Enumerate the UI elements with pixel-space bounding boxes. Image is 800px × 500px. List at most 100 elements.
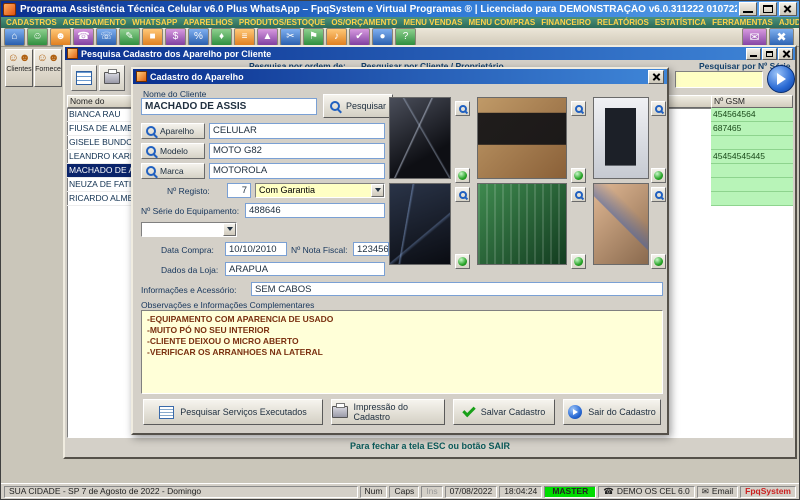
garantia-combo[interactable]: Com Garantia bbox=[255, 183, 385, 198]
client-row[interactable]: RICARDO ALMEID bbox=[67, 192, 133, 206]
extra-combo[interactable] bbox=[141, 222, 237, 237]
nota-fiscal-field[interactable]: 123456 bbox=[353, 242, 389, 256]
data-compra-field[interactable]: 10/10/2010 bbox=[225, 242, 287, 256]
quick-button-suppliers[interactable]: ☺☻ Fornece bbox=[34, 49, 62, 87]
toolbar-icon-sales[interactable]: $ bbox=[165, 28, 186, 46]
registro-field[interactable]: 7 bbox=[227, 183, 251, 198]
modelo-field[interactable]: MOTO G82 bbox=[209, 143, 385, 159]
client-row[interactable]: FIUSA DE ALMEID bbox=[67, 122, 133, 136]
grid-view-button[interactable] bbox=[71, 65, 97, 91]
menu-item-estatistica[interactable]: ESTATÍSTICA bbox=[652, 18, 709, 27]
gsm-cell[interactable] bbox=[711, 192, 793, 206]
toolbar-icon-tasks[interactable]: ✔ bbox=[349, 28, 370, 46]
inner-maximize-button[interactable] bbox=[762, 47, 777, 60]
toolbar-icon-tools[interactable]: ✂ bbox=[280, 28, 301, 46]
photo-zoom-button[interactable] bbox=[455, 187, 470, 202]
photo-zoom-button[interactable] bbox=[455, 101, 470, 116]
serial-search-input[interactable] bbox=[675, 71, 763, 88]
photo-board-repair[interactable] bbox=[477, 183, 567, 265]
maximize-button[interactable] bbox=[759, 2, 777, 16]
toolbar-icon-purchases[interactable]: % bbox=[188, 28, 209, 46]
toolbar-icon-help[interactable]: ? bbox=[395, 28, 416, 46]
print-list-button[interactable] bbox=[99, 65, 125, 91]
gsm-cell[interactable]: 45454545445 bbox=[711, 150, 793, 164]
client-row[interactable]: LEANDRO KARNA bbox=[67, 150, 133, 164]
photo-load-button[interactable] bbox=[571, 168, 586, 183]
photo-phones-on-table[interactable] bbox=[477, 97, 567, 179]
modelo-lookup-button[interactable]: Modelo bbox=[141, 143, 205, 159]
photo-load-button[interactable] bbox=[651, 168, 666, 183]
photo-zoom-button[interactable] bbox=[651, 101, 666, 116]
status-email[interactable]: ✉ Email bbox=[696, 485, 739, 498]
observacoes-memo[interactable]: -EQUIPAMENTO COM APARENCIA DE USADO -MUI… bbox=[141, 310, 663, 394]
gsm-cell[interactable]: 687465 bbox=[711, 122, 793, 136]
gsm-cell[interactable]: 454564564 bbox=[711, 108, 793, 122]
minimize-button[interactable] bbox=[739, 2, 757, 16]
dialog-close-button[interactable] bbox=[648, 69, 664, 84]
toolbar-icon-exit[interactable]: ✖ bbox=[769, 27, 794, 47]
toolbar-icon-reports[interactable]: ≡ bbox=[234, 28, 255, 46]
menu-item-whatsapp[interactable]: WHATSAPP bbox=[129, 18, 180, 27]
toolbar-icon-backup[interactable]: ● bbox=[372, 28, 393, 46]
loja-field[interactable]: ARAPUA bbox=[225, 262, 385, 276]
menu-item-relatorios[interactable]: RELATÓRIOS bbox=[594, 18, 652, 27]
marca-lookup-button[interactable]: Marca bbox=[141, 163, 205, 179]
save-record-button[interactable]: Salvar Cadastro bbox=[453, 399, 555, 425]
photo-broken-phone-front[interactable] bbox=[389, 97, 451, 179]
grid-header-client[interactable]: Nome do Cliente bbox=[67, 95, 133, 108]
serie-field[interactable]: 488646 bbox=[245, 203, 385, 218]
photo-load-button[interactable] bbox=[571, 254, 586, 269]
toolbar-icon-stock[interactable]: ■ bbox=[142, 28, 163, 46]
menu-item-menu-vendas[interactable]: MENU VENDAS bbox=[400, 18, 465, 27]
menu-item-produtos-estoque[interactable]: PRODUTOS/ESTOQUE bbox=[236, 18, 328, 27]
toolbar-icon-devices[interactable]: ☎ bbox=[73, 28, 94, 46]
inner-close-button[interactable] bbox=[778, 47, 793, 60]
toolbar-icon-clients[interactable]: ☺ bbox=[27, 28, 48, 46]
menu-item-aparelhos[interactable]: APARELHOS bbox=[180, 18, 236, 27]
exit-record-button[interactable]: Sair do Cadastro bbox=[563, 399, 661, 425]
photo-white-smartphone[interactable] bbox=[593, 97, 649, 179]
gsm-cell[interactable] bbox=[711, 164, 793, 178]
quick-button-clients[interactable]: ☺☻ Clientes bbox=[5, 49, 33, 87]
search-services-button[interactable]: Pesquisar Serviços Executados bbox=[143, 399, 323, 425]
aparelho-field[interactable]: CELULAR bbox=[209, 123, 385, 139]
toolbar-icon-alerts[interactable]: ♪ bbox=[326, 28, 347, 46]
photo-load-button[interactable] bbox=[455, 254, 470, 269]
client-name-field[interactable]: MACHADO DE ASSIS bbox=[141, 98, 317, 115]
toolbar-icon-whatsapp[interactable]: ☏ bbox=[96, 28, 117, 46]
gsm-cell[interactable] bbox=[711, 178, 793, 192]
toolbar-icon-system[interactable]: ⌂ bbox=[4, 28, 25, 46]
inner-minimize-button[interactable] bbox=[746, 47, 761, 60]
toolbar-icon-suppliers[interactable]: ☻ bbox=[50, 28, 71, 46]
toolbar-icon-agenda[interactable]: ⚑ bbox=[303, 28, 324, 46]
photo-hand-repair[interactable] bbox=[593, 183, 649, 265]
menu-item-agendamento[interactable]: AGENDAMENTO bbox=[60, 18, 129, 27]
menu-item-ajuda[interactable]: AJUDA bbox=[776, 18, 799, 27]
serial-search-go-button[interactable] bbox=[767, 65, 795, 93]
toolbar-icon-service-orders[interactable]: ✎ bbox=[119, 28, 140, 46]
toolbar-icon-finance[interactable]: ♦ bbox=[211, 28, 232, 46]
photo-cracked-screen[interactable] bbox=[389, 183, 451, 265]
client-row[interactable]: GISELE BUNDCHE bbox=[67, 136, 133, 150]
client-row[interactable]: NEUZA DE FATIM bbox=[67, 178, 133, 192]
client-row[interactable]: BIANCA RAU bbox=[67, 108, 133, 122]
print-record-button[interactable]: Impressão do Cadastro bbox=[331, 399, 445, 425]
grid-header-gsm[interactable]: Nº GSM bbox=[711, 95, 793, 108]
marca-field[interactable]: MOTOROLA bbox=[209, 163, 385, 179]
gsm-cell[interactable] bbox=[711, 136, 793, 150]
menu-item-financeiro[interactable]: FINANCEIRO bbox=[538, 18, 594, 27]
menu-item-ferramentas[interactable]: FERRAMENTAS bbox=[709, 18, 776, 27]
photo-load-button[interactable] bbox=[651, 254, 666, 269]
photo-zoom-button[interactable] bbox=[571, 187, 586, 202]
acessorio-field[interactable]: SEM CABOS bbox=[251, 282, 663, 296]
photo-zoom-button[interactable] bbox=[571, 101, 586, 116]
client-row[interactable]: MACHADO DE AS bbox=[67, 164, 133, 178]
client-search-button[interactable]: Pesquisar bbox=[323, 94, 393, 118]
menu-item-os-orcamento[interactable]: OS/ORÇAMENTO bbox=[328, 18, 400, 27]
photo-zoom-button[interactable] bbox=[651, 187, 666, 202]
toolbar-icon-email[interactable]: ✉ bbox=[742, 27, 767, 47]
toolbar-icon-statistics[interactable]: ▲ bbox=[257, 28, 278, 46]
garantia-combo-arrow[interactable] bbox=[371, 184, 384, 197]
aparelho-lookup-button[interactable]: Aparelho bbox=[141, 123, 205, 139]
menu-item-cadastros[interactable]: CADASTROS bbox=[3, 18, 60, 27]
